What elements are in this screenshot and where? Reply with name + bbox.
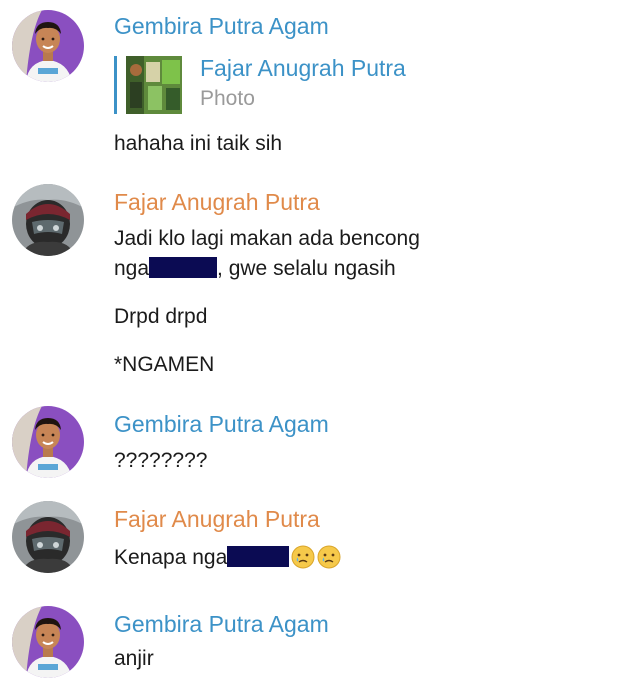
message-text: ???????? (114, 449, 208, 472)
message-content: Gembira Putra Agam anjir (114, 610, 634, 674)
message-group: Fajar Anugrah Putra Jadi klo lagi makan … (0, 180, 644, 390)
message-group: Gembira Putra Agam ???????? (0, 400, 644, 495)
message-text: Kenapa nga (114, 543, 634, 573)
helmet-avatar-icon (12, 184, 84, 256)
message-text: *NGAMEN (114, 353, 215, 376)
crying-face-emoji-icon (291, 545, 315, 569)
helmet-avatar-icon (12, 501, 84, 573)
reply-bar (114, 56, 117, 114)
message-text-part: nga (114, 257, 150, 280)
sender-name[interactable]: Fajar Anugrah Putra (114, 188, 634, 216)
sender-name[interactable]: Fajar Anugrah Putra (114, 505, 634, 533)
message-text-part: Kenapa nga (114, 546, 228, 569)
avatar[interactable] (12, 606, 84, 678)
message-text: nga , gwe selalu ngasih (114, 254, 634, 284)
avatar[interactable] (12, 406, 84, 478)
avatar[interactable] (12, 501, 84, 573)
person-avatar-icon (12, 406, 84, 478)
sender-name[interactable]: Gembira Putra Agam (114, 410, 634, 438)
message-content: Fajar Anugrah Putra Kenapa nga (114, 505, 634, 573)
crying-face-emoji-icon (317, 545, 341, 569)
message-text: anjir (114, 647, 154, 670)
reply-subtitle: Photo (200, 87, 255, 110)
message-group: Fajar Anugrah Putra Kenapa nga (0, 495, 644, 595)
person-avatar-icon (12, 10, 84, 82)
sender-name[interactable]: Gembira Putra Agam (114, 610, 634, 638)
reply-preview[interactable]: Fajar Anugrah Putra Photo (114, 54, 634, 116)
message-text: Jadi klo lagi makan ada bencong (114, 227, 420, 250)
message-text-part: , gwe selalu ngasih (217, 257, 396, 280)
photo-thumbnail-icon (126, 56, 182, 114)
message-group: Gembira Putra Agam anjir (0, 600, 644, 684)
reply-sender-name: Fajar Anugrah Putra (200, 55, 406, 81)
chat-transcript: Gembira Putra Agam Fajar Anugrah Putra P… (0, 0, 644, 684)
message-content: Fajar Anugrah Putra Jadi klo lagi makan … (114, 188, 634, 380)
message-text: hahaha ini taik sih (114, 132, 283, 155)
message-content: Gembira Putra Agam Fajar Anugrah Putra P… (114, 12, 634, 159)
redaction-bar (149, 257, 218, 278)
avatar[interactable] (12, 184, 84, 256)
avatar[interactable] (12, 10, 84, 82)
photo-thumbnail[interactable] (126, 56, 182, 114)
message-text: Drpd drpd (114, 305, 208, 328)
person-avatar-icon (12, 606, 84, 678)
redaction-bar (227, 546, 290, 567)
message-content: Gembira Putra Agam ???????? (114, 410, 634, 476)
message-group: Gembira Putra Agam Fajar Anugrah Putra P… (0, 0, 644, 170)
sender-name[interactable]: Gembira Putra Agam (114, 12, 634, 40)
